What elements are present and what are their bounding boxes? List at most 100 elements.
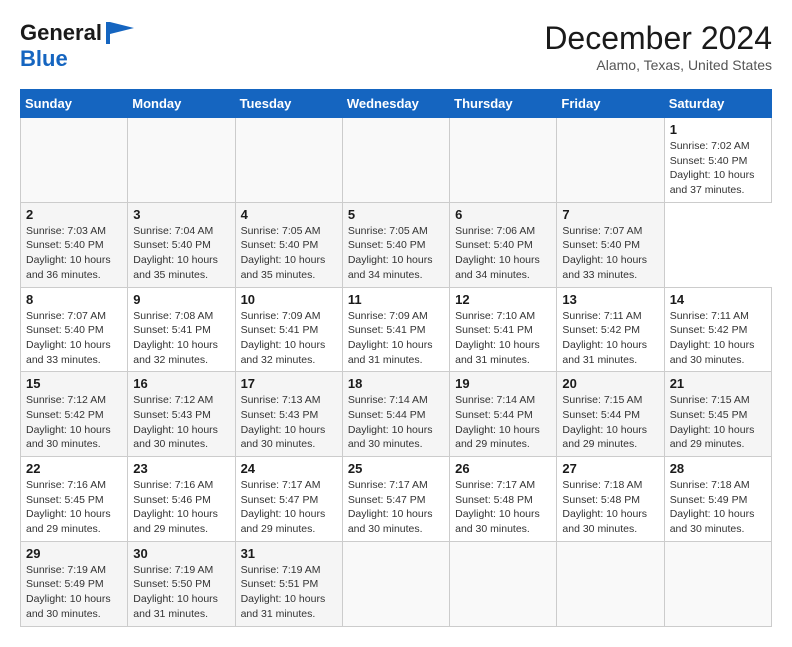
day-number: 13: [562, 292, 658, 307]
calendar-day-cell: 16 Sunrise: 7:12 AM Sunset: 5:43 PM Dayl…: [128, 372, 235, 457]
calendar-day-cell: 8 Sunrise: 7:07 AM Sunset: 5:40 PM Dayli…: [21, 287, 128, 372]
calendar-day-cell: [664, 541, 771, 626]
calendar-day-cell: 1 Sunrise: 7:02 AM Sunset: 5:40 PM Dayli…: [664, 118, 771, 203]
day-number: 11: [348, 292, 444, 307]
calendar-week-row: 29 Sunrise: 7:19 AM Sunset: 5:49 PM Dayl…: [21, 541, 772, 626]
day-number: 17: [241, 376, 337, 391]
day-number: 10: [241, 292, 337, 307]
calendar-day-cell: 21 Sunrise: 7:15 AM Sunset: 5:45 PM Dayl…: [664, 372, 771, 457]
day-number: 2: [26, 207, 122, 222]
day-info: Sunrise: 7:18 AM Sunset: 5:49 PM Dayligh…: [670, 478, 766, 537]
calendar-day-cell: 18 Sunrise: 7:14 AM Sunset: 5:44 PM Dayl…: [342, 372, 449, 457]
day-info: Sunrise: 7:09 AM Sunset: 5:41 PM Dayligh…: [241, 309, 337, 368]
day-number: 18: [348, 376, 444, 391]
day-info: Sunrise: 7:07 AM Sunset: 5:40 PM Dayligh…: [26, 309, 122, 368]
day-number: 21: [670, 376, 766, 391]
calendar-day-cell: [128, 118, 235, 203]
day-info: Sunrise: 7:14 AM Sunset: 5:44 PM Dayligh…: [455, 393, 551, 452]
day-number: 27: [562, 461, 658, 476]
calendar-header-row: SundayMondayTuesdayWednesdayThursdayFrid…: [21, 90, 772, 118]
month-title: December 2024: [544, 20, 772, 57]
day-info: Sunrise: 7:02 AM Sunset: 5:40 PM Dayligh…: [670, 139, 766, 198]
calendar-day-cell: 31 Sunrise: 7:19 AM Sunset: 5:51 PM Dayl…: [235, 541, 342, 626]
calendar-day-cell: 4 Sunrise: 7:05 AM Sunset: 5:40 PM Dayli…: [235, 202, 342, 287]
day-info: Sunrise: 7:09 AM Sunset: 5:41 PM Dayligh…: [348, 309, 444, 368]
calendar-day-cell: 15 Sunrise: 7:12 AM Sunset: 5:42 PM Dayl…: [21, 372, 128, 457]
day-number: 29: [26, 546, 122, 561]
day-number: 23: [133, 461, 229, 476]
calendar-day-cell: [342, 118, 449, 203]
day-number: 14: [670, 292, 766, 307]
day-info: Sunrise: 7:03 AM Sunset: 5:40 PM Dayligh…: [26, 224, 122, 283]
day-number: 5: [348, 207, 444, 222]
day-number: 25: [348, 461, 444, 476]
day-number: 9: [133, 292, 229, 307]
calendar-day-cell: 3 Sunrise: 7:04 AM Sunset: 5:40 PM Dayli…: [128, 202, 235, 287]
calendar-week-row: 22 Sunrise: 7:16 AM Sunset: 5:45 PM Dayl…: [21, 457, 772, 542]
calendar-week-row: 8 Sunrise: 7:07 AM Sunset: 5:40 PM Dayli…: [21, 287, 772, 372]
day-number: 24: [241, 461, 337, 476]
calendar-day-cell: [235, 118, 342, 203]
day-number: 6: [455, 207, 551, 222]
location: Alamo, Texas, United States: [544, 57, 772, 73]
day-number: 22: [26, 461, 122, 476]
day-info: Sunrise: 7:04 AM Sunset: 5:40 PM Dayligh…: [133, 224, 229, 283]
day-info: Sunrise: 7:12 AM Sunset: 5:43 PM Dayligh…: [133, 393, 229, 452]
day-info: Sunrise: 7:16 AM Sunset: 5:45 PM Dayligh…: [26, 478, 122, 537]
calendar-day-cell: 13 Sunrise: 7:11 AM Sunset: 5:42 PM Dayl…: [557, 287, 664, 372]
day-info: Sunrise: 7:19 AM Sunset: 5:51 PM Dayligh…: [241, 563, 337, 622]
calendar-day-cell: 30 Sunrise: 7:19 AM Sunset: 5:50 PM Dayl…: [128, 541, 235, 626]
calendar-table: SundayMondayTuesdayWednesdayThursdayFrid…: [20, 89, 772, 627]
day-info: Sunrise: 7:07 AM Sunset: 5:40 PM Dayligh…: [562, 224, 658, 283]
day-info: Sunrise: 7:13 AM Sunset: 5:43 PM Dayligh…: [241, 393, 337, 452]
calendar-day-cell: 24 Sunrise: 7:17 AM Sunset: 5:47 PM Dayl…: [235, 457, 342, 542]
calendar-header-cell: Sunday: [21, 90, 128, 118]
day-info: Sunrise: 7:06 AM Sunset: 5:40 PM Dayligh…: [455, 224, 551, 283]
calendar-day-cell: [450, 541, 557, 626]
calendar-day-cell: [557, 541, 664, 626]
day-info: Sunrise: 7:11 AM Sunset: 5:42 PM Dayligh…: [562, 309, 658, 368]
calendar-day-cell: 29 Sunrise: 7:19 AM Sunset: 5:49 PM Dayl…: [21, 541, 128, 626]
day-number: 8: [26, 292, 122, 307]
day-info: Sunrise: 7:17 AM Sunset: 5:47 PM Dayligh…: [348, 478, 444, 537]
calendar-header-cell: Wednesday: [342, 90, 449, 118]
calendar-day-cell: [557, 118, 664, 203]
day-info: Sunrise: 7:18 AM Sunset: 5:48 PM Dayligh…: [562, 478, 658, 537]
calendar-day-cell: 6 Sunrise: 7:06 AM Sunset: 5:40 PM Dayli…: [450, 202, 557, 287]
day-info: Sunrise: 7:16 AM Sunset: 5:46 PM Dayligh…: [133, 478, 229, 537]
day-number: 16: [133, 376, 229, 391]
logo-text: General: [20, 20, 102, 46]
calendar-week-row: 1 Sunrise: 7:02 AM Sunset: 5:40 PM Dayli…: [21, 118, 772, 203]
day-info: Sunrise: 7:12 AM Sunset: 5:42 PM Dayligh…: [26, 393, 122, 452]
calendar-day-cell: 9 Sunrise: 7:08 AM Sunset: 5:41 PM Dayli…: [128, 287, 235, 372]
calendar-day-cell: 26 Sunrise: 7:17 AM Sunset: 5:48 PM Dayl…: [450, 457, 557, 542]
title-area: December 2024 Alamo, Texas, United State…: [544, 20, 772, 73]
calendar-day-cell: [342, 541, 449, 626]
logo: General Blue: [20, 20, 134, 72]
day-info: Sunrise: 7:14 AM Sunset: 5:44 PM Dayligh…: [348, 393, 444, 452]
calendar-header-cell: Friday: [557, 90, 664, 118]
calendar-day-cell: 10 Sunrise: 7:09 AM Sunset: 5:41 PM Dayl…: [235, 287, 342, 372]
calendar-day-cell: 22 Sunrise: 7:16 AM Sunset: 5:45 PM Dayl…: [21, 457, 128, 542]
day-number: 1: [670, 122, 766, 137]
calendar-header-cell: Monday: [128, 90, 235, 118]
calendar-day-cell: 20 Sunrise: 7:15 AM Sunset: 5:44 PM Dayl…: [557, 372, 664, 457]
calendar-day-cell: 2 Sunrise: 7:03 AM Sunset: 5:40 PM Dayli…: [21, 202, 128, 287]
calendar-week-row: 2 Sunrise: 7:03 AM Sunset: 5:40 PM Dayli…: [21, 202, 772, 287]
day-info: Sunrise: 7:15 AM Sunset: 5:44 PM Dayligh…: [562, 393, 658, 452]
day-info: Sunrise: 7:17 AM Sunset: 5:47 PM Dayligh…: [241, 478, 337, 537]
calendar-day-cell: 14 Sunrise: 7:11 AM Sunset: 5:42 PM Dayl…: [664, 287, 771, 372]
day-number: 19: [455, 376, 551, 391]
day-number: 31: [241, 546, 337, 561]
calendar-day-cell: 17 Sunrise: 7:13 AM Sunset: 5:43 PM Dayl…: [235, 372, 342, 457]
calendar-day-cell: 7 Sunrise: 7:07 AM Sunset: 5:40 PM Dayli…: [557, 202, 664, 287]
page-header: General Blue December 2024 Alamo, Texas,…: [20, 20, 772, 73]
calendar-header-cell: Thursday: [450, 90, 557, 118]
day-info: Sunrise: 7:15 AM Sunset: 5:45 PM Dayligh…: [670, 393, 766, 452]
day-info: Sunrise: 7:08 AM Sunset: 5:41 PM Dayligh…: [133, 309, 229, 368]
calendar-day-cell: 23 Sunrise: 7:16 AM Sunset: 5:46 PM Dayl…: [128, 457, 235, 542]
calendar-day-cell: 5 Sunrise: 7:05 AM Sunset: 5:40 PM Dayli…: [342, 202, 449, 287]
calendar-day-cell: 11 Sunrise: 7:09 AM Sunset: 5:41 PM Dayl…: [342, 287, 449, 372]
day-number: 15: [26, 376, 122, 391]
calendar-day-cell: 28 Sunrise: 7:18 AM Sunset: 5:49 PM Dayl…: [664, 457, 771, 542]
